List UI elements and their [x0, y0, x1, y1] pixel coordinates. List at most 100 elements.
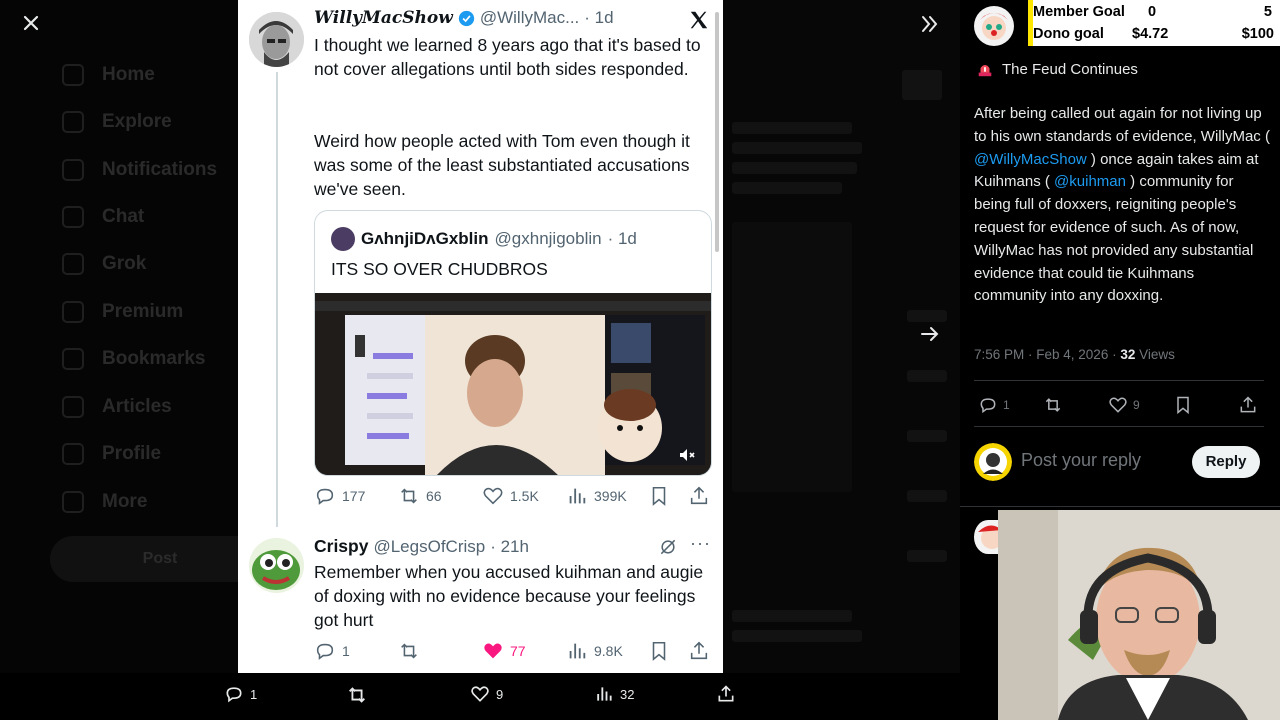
viewer-avatar — [974, 443, 1012, 481]
main-tweet-header: WillyMacShow @WillyMac... · 1d — [314, 8, 614, 28]
background-sidebar: Home Explore Notifications Chat Grok Pre… — [0, 0, 270, 720]
streamer-webcam — [998, 510, 1280, 720]
reply-text: Remember when you accused kuihman and au… — [314, 562, 704, 630]
divider — [974, 426, 1264, 427]
tweet-views-label: Views — [1135, 347, 1175, 362]
mention-kuihman[interactable]: @kuihman — [1054, 173, 1126, 190]
reply-icon — [314, 640, 336, 662]
right-repost-button[interactable] — [1043, 395, 1063, 415]
quote-tweet-header: GʌhnjiDʌGxblin @gxhnjigoblin · 1d — [331, 227, 637, 251]
analytics-icon — [566, 485, 588, 507]
reply-display-name[interactable]: Crispy — [314, 536, 368, 557]
expand-panel-icon[interactable] — [918, 12, 942, 36]
reply-icon — [314, 485, 336, 507]
reply-like-button[interactable]: 77 — [482, 640, 526, 662]
tweet-view-count: 32 — [1120, 347, 1136, 362]
quote-video-thumbnail[interactable] — [315, 293, 711, 475]
bottom-views-button[interactable]: 32 — [594, 684, 634, 704]
repost-icon — [1043, 395, 1063, 415]
reply-button[interactable]: 177 — [314, 485, 365, 507]
reply-repost-button[interactable] — [398, 640, 426, 662]
bookmark-icon[interactable] — [648, 640, 670, 662]
tweet-timestamp: 7:56 PM · Feb 4, 2026 · — [974, 347, 1121, 362]
quote-time: · 1d — [607, 229, 637, 248]
share-icon[interactable] — [1238, 395, 1258, 415]
bg-post-button: Post — [50, 536, 270, 582]
views-button[interactable]: 399K — [566, 485, 627, 507]
main-tweet-text-1: I thought we learned 8 years ago that it… — [314, 35, 701, 79]
member-goal-current: 0 — [1148, 4, 1157, 20]
main-tweet-time: · 1d — [584, 8, 614, 27]
member-goal-label: Member Goal — [1033, 4, 1125, 20]
reply-tweet-header: Crispy @LegsOfCrisp · 21h — [314, 536, 529, 557]
verified-badge-icon — [458, 10, 475, 27]
reply-icon — [224, 684, 244, 704]
right-tweet-text-c: ) community for being full of doxxers, r… — [974, 173, 1254, 305]
background-content — [722, 0, 960, 720]
right-tweet-heading: The Feud Continues — [1002, 60, 1138, 78]
more-options-icon[interactable]: ··· — [690, 533, 711, 554]
reply-tweet-avatar[interactable] — [249, 538, 304, 593]
share-icon[interactable] — [688, 485, 710, 507]
next-arrow-icon[interactable] — [918, 322, 942, 346]
main-tweet-text-2: Weird how people acted with Tom even tho… — [314, 131, 690, 199]
bottom-share-button[interactable] — [716, 684, 736, 704]
bookmark-icon[interactable] — [648, 485, 670, 507]
mention-willymacshow[interactable]: @WillyMacShow — [974, 151, 1087, 168]
right-tweet-meta: 7:56 PM · Feb 4, 2026 · 32 Views — [974, 347, 1175, 362]
like-button[interactable]: 1.5K — [482, 485, 539, 507]
reply-icon — [978, 395, 998, 415]
dono-goal-target: $100 — [1241, 26, 1274, 42]
reply-time: · 21h — [490, 536, 529, 556]
bg-nav-notifications: Notifications — [62, 159, 217, 181]
reply-input[interactable]: Post your reply — [1021, 450, 1141, 471]
repost-icon — [346, 684, 368, 706]
bg-nav-premium: Premium — [62, 301, 183, 323]
bottom-repost-button[interactable] — [346, 684, 368, 706]
close-icon[interactable] — [18, 10, 44, 36]
repost-icon — [398, 640, 420, 662]
reply-reply-button[interactable]: 1 — [314, 640, 350, 662]
share-icon[interactable] — [688, 640, 710, 662]
x-logo-icon — [688, 9, 710, 31]
quote-handle: @gxhnjigoblin — [494, 229, 602, 248]
heart-icon — [1108, 395, 1128, 415]
bg-nav-more: More — [62, 491, 147, 513]
scrollbar[interactable] — [715, 12, 719, 252]
reply-handle[interactable]: @LegsOfCrisp — [373, 537, 485, 557]
heart-icon — [482, 485, 504, 507]
reply-views-button[interactable]: 9.8K — [566, 640, 623, 662]
siren-icon — [976, 60, 994, 78]
analytics-icon — [566, 640, 588, 662]
thread-line — [276, 72, 278, 527]
main-tweet-handle[interactable]: @WillyMac... — [480, 8, 579, 28]
bookmark-icon[interactable] — [1173, 395, 1193, 415]
right-tweet-heading-row: The Feud Continues — [976, 60, 1138, 78]
bg-nav-grok: Grok — [62, 253, 146, 275]
member-goal-target: 5 — [1263, 4, 1272, 20]
divider — [960, 506, 1280, 507]
mute-icon[interactable] — [677, 445, 697, 465]
tweet-panel: WillyMacShow @WillyMac... · 1d I thought… — [238, 0, 723, 673]
bg-nav-chat: Chat — [62, 206, 144, 228]
main-tweet-avatar[interactable] — [249, 12, 304, 67]
bg-nav-articles: Articles — [62, 396, 172, 418]
right-like-button[interactable]: 9 — [1108, 395, 1140, 415]
grok-icon[interactable] — [658, 537, 678, 557]
analytics-icon — [594, 684, 614, 704]
stream-goal-overlay: Member Goal 0 5 Dono goal $4.72 $100 — [1028, 0, 1280, 46]
share-icon — [716, 684, 736, 704]
right-tweet-text-a: After being called out again for not liv… — [974, 105, 1270, 145]
repost-icon — [398, 485, 420, 507]
bottom-reply-button[interactable]: 1 — [224, 684, 257, 704]
repost-button[interactable]: 66 — [398, 485, 442, 507]
right-reply-button[interactable]: 1 — [978, 395, 1010, 415]
bg-nav-explore: Explore — [62, 111, 172, 133]
reply-submit-button[interactable]: Reply — [1192, 446, 1260, 478]
bottom-like-button[interactable]: 9 — [470, 684, 503, 704]
author-avatar[interactable] — [974, 6, 1014, 46]
dono-goal-label: Dono goal — [1033, 26, 1104, 42]
bg-nav-bookmarks: Bookmarks — [62, 348, 206, 370]
main-tweet-display-name[interactable]: WillyMacShow — [314, 8, 453, 28]
quote-tweet-card[interactable]: GʌhnjiDʌGxblin @gxhnjigoblin · 1d ITS SO… — [314, 210, 712, 476]
